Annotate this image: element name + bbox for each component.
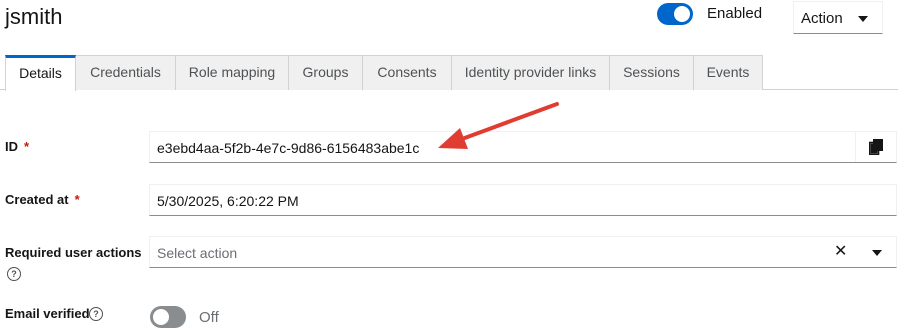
required-marker: * xyxy=(24,139,30,154)
help-icon[interactable]: ? xyxy=(7,267,21,281)
id-value: e3ebd4aa-5f2b-4e7c-9d86-6156483abe1c xyxy=(157,140,420,156)
action-dropdown-label: Action xyxy=(801,10,843,27)
id-field[interactable]: e3ebd4aa-5f2b-4e7c-9d86-6156483abe1c xyxy=(149,131,897,163)
tab-identity-provider-links[interactable]: Identity provider links xyxy=(452,55,610,90)
created-at-field[interactable]: 5/30/2025, 6:20:22 PM xyxy=(149,184,897,216)
enabled-toggle[interactable] xyxy=(657,3,693,25)
email-verified-label: Email verified xyxy=(5,306,90,321)
email-verified-toggle[interactable] xyxy=(150,306,186,328)
created-at-label: Created at * xyxy=(5,192,80,208)
tab-events[interactable]: Events xyxy=(694,55,763,90)
tab-sessions[interactable]: Sessions xyxy=(610,55,694,90)
chevron-down-icon[interactable] xyxy=(872,250,882,256)
tab-groups[interactable]: Groups xyxy=(289,55,363,90)
toggle-knob xyxy=(674,6,690,22)
clear-icon[interactable]: ✕ xyxy=(834,244,847,260)
tab-credentials[interactable]: Credentials xyxy=(76,55,176,90)
id-label-text: ID xyxy=(5,139,18,154)
tab-bar: Details Credentials Role mapping Groups … xyxy=(5,55,763,91)
tab-role-mapping[interactable]: Role mapping xyxy=(176,55,289,90)
required-marker: * xyxy=(74,192,80,207)
page-title: jsmith xyxy=(5,4,63,29)
required-actions-placeholder: Select action xyxy=(157,245,238,261)
id-label: ID * xyxy=(5,139,29,155)
copy-button[interactable] xyxy=(855,132,896,162)
copy-icon xyxy=(869,139,883,155)
created-at-value: 5/30/2025, 6:20:22 PM xyxy=(157,193,299,209)
tab-details[interactable]: Details xyxy=(5,55,76,91)
action-dropdown[interactable]: Action xyxy=(793,1,883,34)
required-actions-select[interactable]: Select action ✕ xyxy=(149,236,897,268)
annotation-arrow xyxy=(438,102,559,149)
email-verified-state: Off xyxy=(199,309,219,326)
required-actions-label: Required user actions xyxy=(5,245,142,260)
tab-consents[interactable]: Consents xyxy=(363,55,452,90)
chevron-down-icon xyxy=(858,16,868,22)
created-at-label-text: Created at xyxy=(5,192,69,207)
enabled-label: Enabled xyxy=(707,5,763,22)
help-icon[interactable]: ? xyxy=(89,307,103,321)
toggle-knob xyxy=(153,309,169,325)
